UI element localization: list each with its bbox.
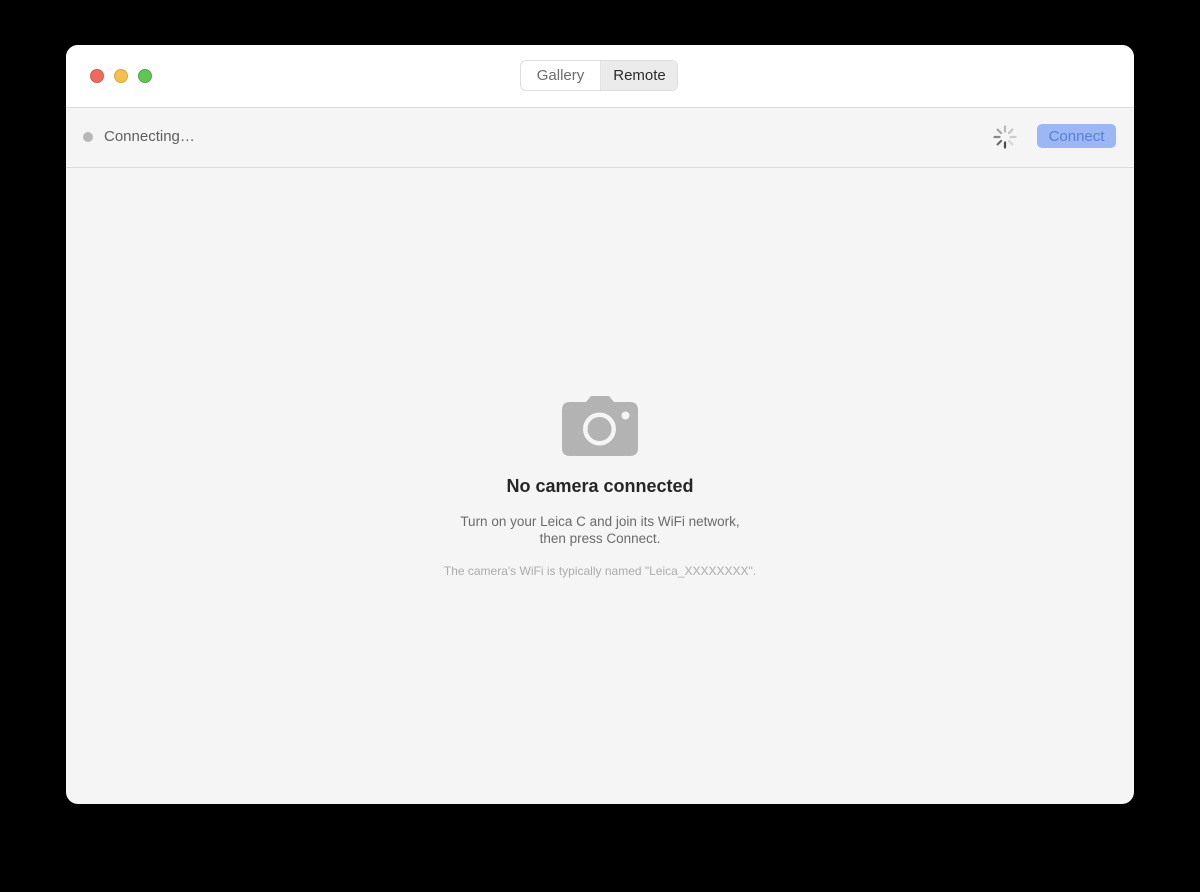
camera-icon [562,396,638,456]
tab-remote[interactable]: Remote [600,61,677,90]
empty-state-description: Turn on your Leica C and join its WiFi n… [66,513,1134,547]
zoom-window-button[interactable] [138,69,152,83]
connect-button[interactable]: Connect [1037,124,1116,148]
title-bar: Gallery Remote [66,45,1134,108]
empty-state-panel: No camera connected Turn on your Leica C… [66,168,1134,804]
view-segmented-control: Gallery Remote [520,60,678,91]
description-line-2: then press Connect. [539,531,661,546]
status-text: Connecting… [104,128,195,145]
minimize-window-button[interactable] [114,69,128,83]
empty-state-title: No camera connected [506,476,694,496]
tab-gallery[interactable]: Gallery [521,61,600,90]
app-window: Gallery Remote Connecting… Connect No ca… [66,45,1134,804]
description-line-1: Turn on your Leica C and join its WiFi n… [460,514,740,529]
wifi-name-hint: The camera's WiFi is typically named "Le… [443,564,757,578]
activity-spinner-icon [993,125,1017,149]
close-window-button[interactable] [90,69,104,83]
status-indicator-dot [83,132,93,142]
connection-status-bar: Connecting… Connect [66,108,1134,168]
